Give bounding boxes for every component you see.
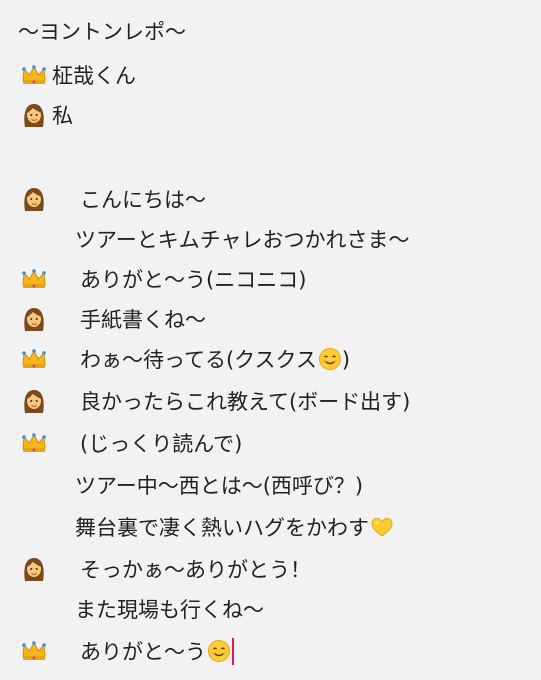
line-text: こんにちは〜 [80, 188, 206, 212]
line-text: ありがと〜う(ニコニコ) [80, 268, 307, 292]
woman-emoji-icon [20, 387, 48, 415]
line-text: 良かったらこれ教えて(ボード出す) [80, 390, 411, 414]
crown-emoji-icon [20, 61, 48, 89]
woman-emoji-icon [20, 185, 48, 213]
smiling-face-emoji-icon [207, 639, 231, 663]
note-title: 〜ヨントンレポ〜 [18, 20, 186, 44]
line-text-trail: ) [341, 348, 351, 372]
line-text: 舞台裏で凄く熱いハグをかわす [75, 516, 369, 540]
legend-label-crown: 柾哉くん [52, 64, 136, 88]
text-cursor [232, 638, 234, 665]
line-text: ツアーとキムチャレおつかれさま〜 [75, 228, 410, 252]
woman-emoji-icon [20, 101, 48, 129]
line-text: (じっくり読んで) [80, 432, 243, 456]
legend-label-woman: 私 [52, 104, 73, 128]
note-editor[interactable]: 〜ヨントンレポ〜 柾哉くん 私 こんにちは〜 ツアーとキムチャレおつかれさま〜 … [0, 0, 541, 680]
line-text: ツアー中〜西とは〜(西呼び？) [75, 474, 364, 498]
line-text: そっかぁ〜ありがとう！ [80, 558, 311, 582]
line-text-group: 舞台裏で凄く熱いハグをかわす [75, 512, 394, 542]
line-text: 手紙書くね〜 [80, 308, 206, 332]
line-text-group: ありがと〜う [80, 636, 234, 666]
line-text: わぁ〜待ってる(クスクス [80, 348, 317, 372]
smiling-face-emoji-icon [318, 347, 342, 371]
line-text: ありがと〜う [80, 640, 206, 664]
line-text-group: わぁ〜待ってる(クスクス) [80, 344, 350, 374]
line-text: また現場も行くね〜 [75, 598, 264, 622]
yellow-heart-emoji-icon [370, 515, 394, 539]
woman-emoji-icon [20, 555, 48, 583]
crown-emoji-icon [20, 637, 48, 665]
crown-emoji-icon [20, 345, 48, 373]
woman-emoji-icon [20, 305, 48, 333]
crown-emoji-icon [20, 265, 48, 293]
crown-emoji-icon [20, 429, 48, 457]
